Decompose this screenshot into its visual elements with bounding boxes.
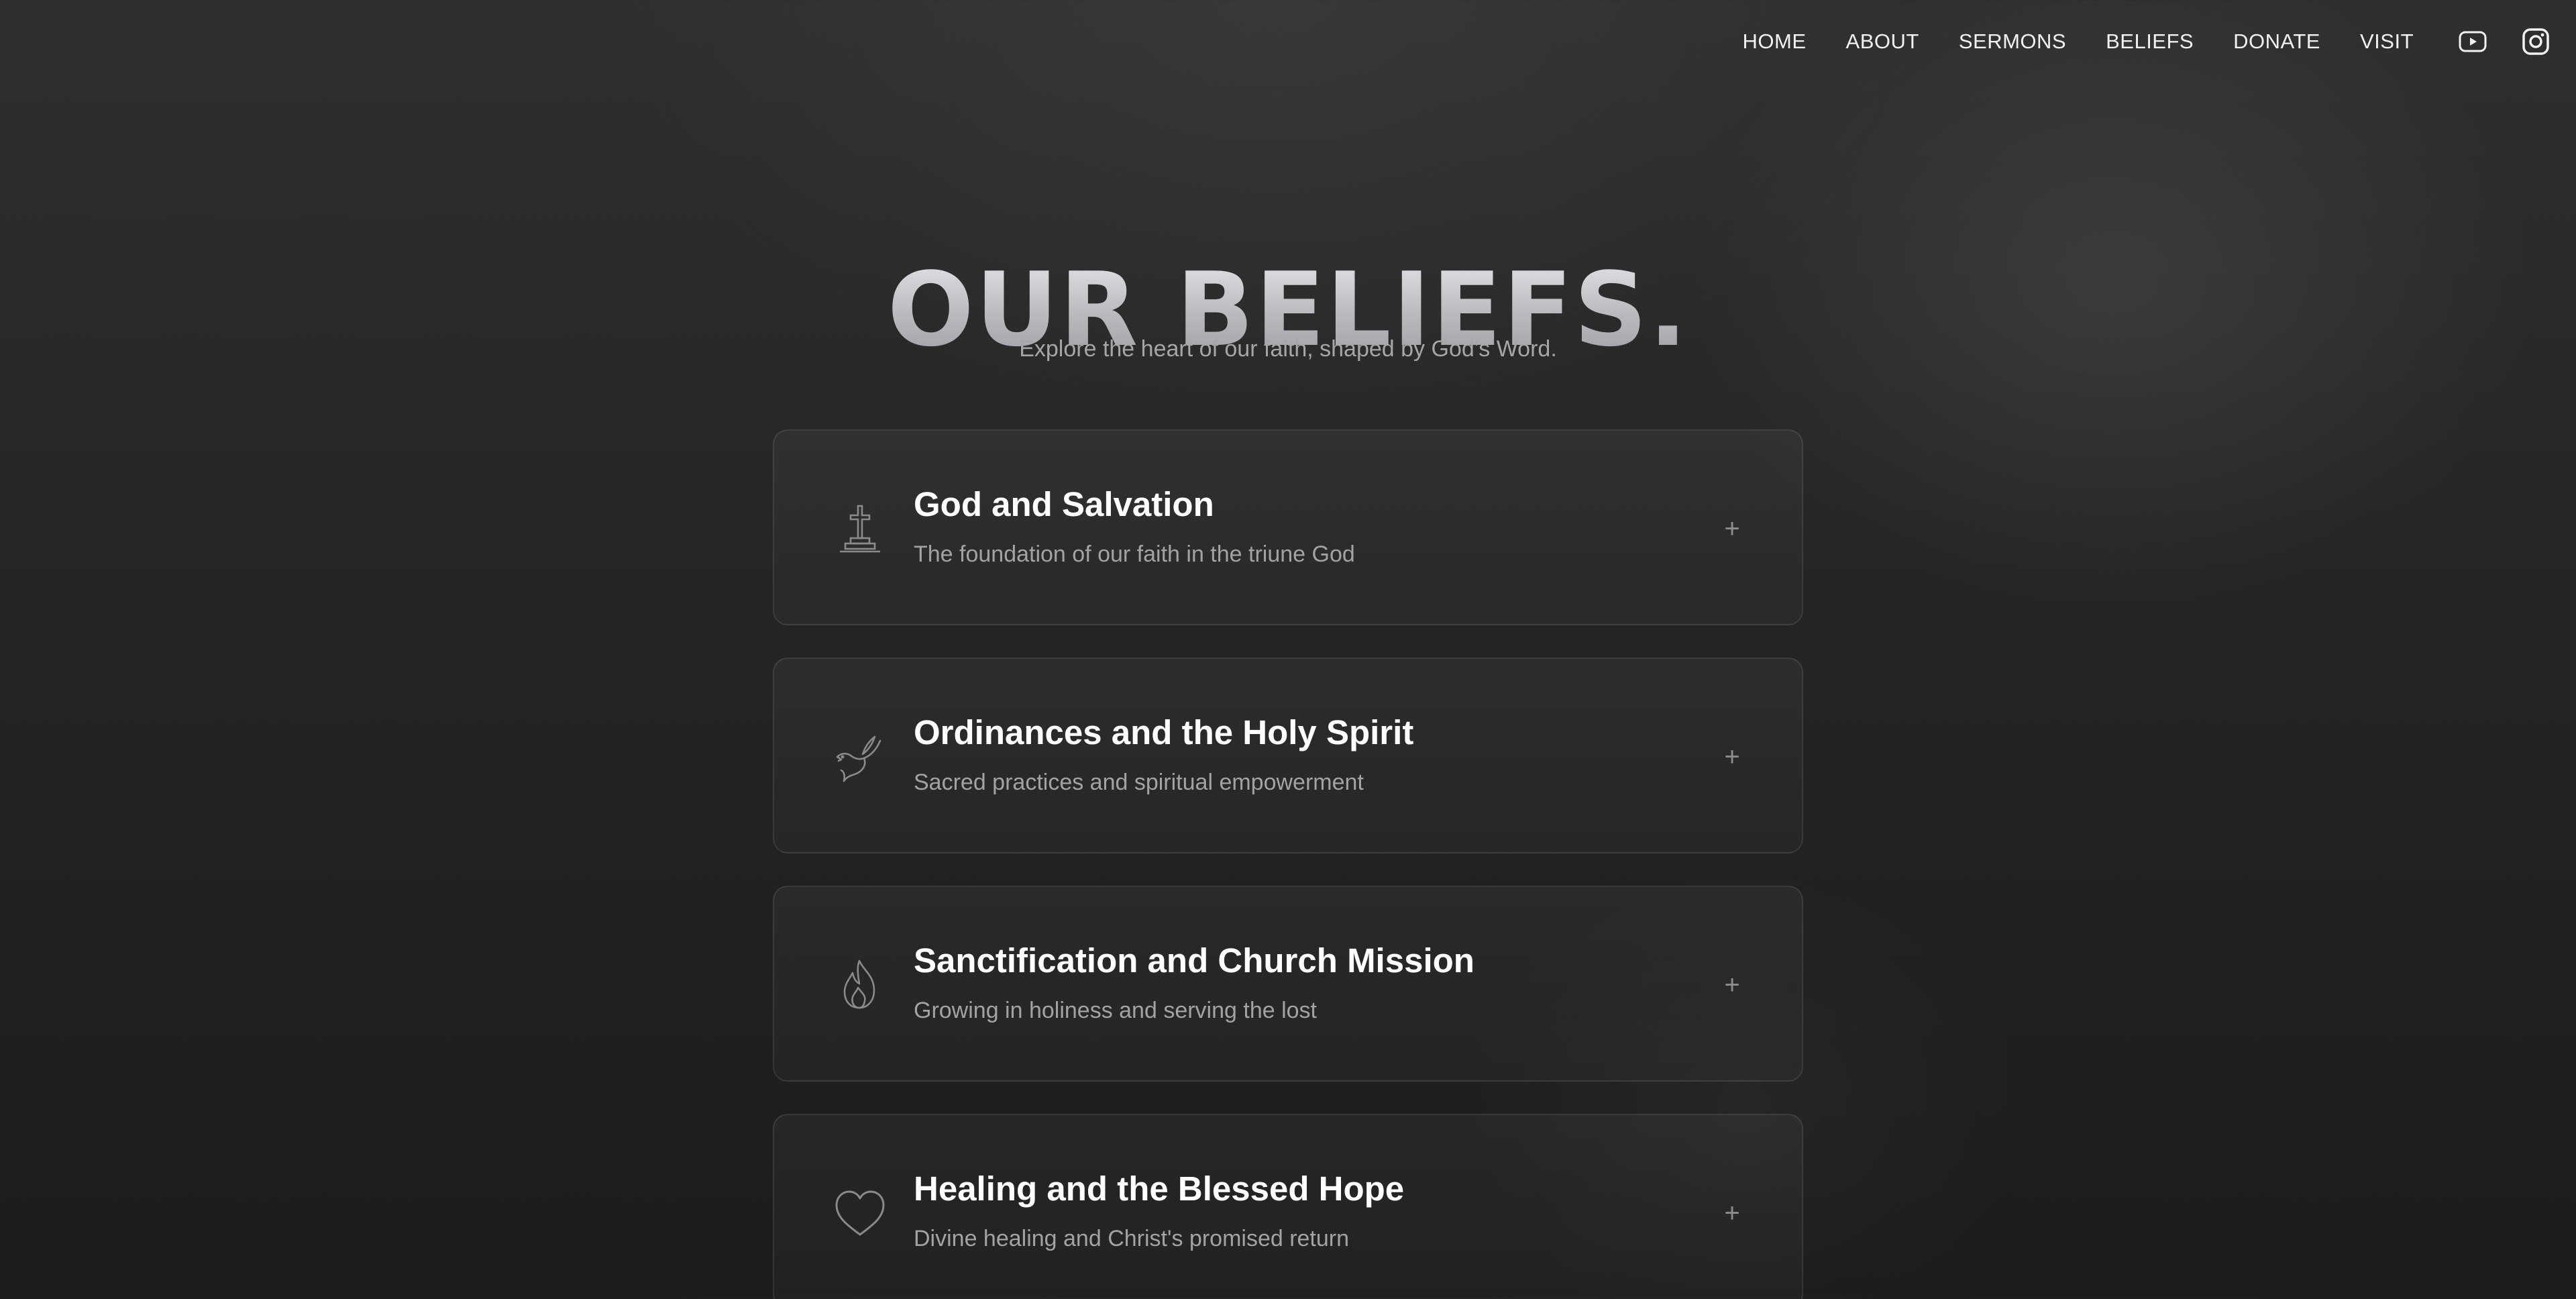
belief-description: The foundation of our faith in the triun…: [914, 541, 1355, 567]
nav-about[interactable]: ABOUT: [1846, 20, 1919, 63]
nav-donate[interactable]: DONATE: [2233, 20, 2320, 63]
page-subtitle: Explore the heart of our faith, shaped b…: [1019, 336, 1557, 362]
belief-description: Divine healing and Christ's promised ret…: [914, 1226, 1350, 1251]
nav-beliefs[interactable]: BELIEFS: [2106, 20, 2194, 63]
belief-card-sanctification[interactable]: Sanctification and Church Mission Growin…: [773, 886, 1803, 1082]
cross-icon: [833, 502, 887, 556]
belief-card-ordinances[interactable]: Ordinances and the Holy Spirit Sacred pr…: [773, 658, 1803, 853]
expand-icon[interactable]: +: [1715, 968, 1750, 1002]
nav-sermons[interactable]: SERMONS: [1959, 20, 2066, 63]
belief-title: Healing and the Blessed Hope: [914, 1170, 1405, 1208]
belief-title: Sanctification and Church Mission: [914, 941, 1474, 980]
belief-description: Growing in holiness and serving the lost: [914, 998, 1317, 1023]
heart-icon: [833, 1186, 887, 1240]
belief-title: God and Salvation: [914, 485, 1214, 523]
main-nav: HOME ABOUT SERMONS BELIEFS DONATE VISIT: [1743, 20, 2576, 63]
dove-icon: [833, 730, 887, 784]
nav-home[interactable]: HOME: [1743, 20, 1807, 63]
belief-card-god-and-salvation[interactable]: God and Salvation The foundation of our …: [773, 429, 1803, 625]
expand-icon[interactable]: +: [1715, 739, 1750, 774]
beliefs-accordion: God and Salvation The foundation of our …: [773, 429, 1803, 1299]
belief-title: Ordinances and the Holy Spirit: [914, 713, 1414, 751]
belief-description: Sacred practices and spiritual empowerme…: [914, 770, 1364, 795]
youtube-icon[interactable]: [2458, 27, 2487, 56]
expand-icon[interactable]: +: [1715, 1196, 1750, 1231]
belief-card-healing[interactable]: Healing and the Blessed Hope Divine heal…: [773, 1114, 1803, 1299]
nav-visit[interactable]: VISIT: [2360, 20, 2414, 63]
instagram-icon[interactable]: [2521, 27, 2551, 56]
flame-icon: [833, 958, 887, 1012]
expand-icon[interactable]: +: [1715, 511, 1750, 546]
